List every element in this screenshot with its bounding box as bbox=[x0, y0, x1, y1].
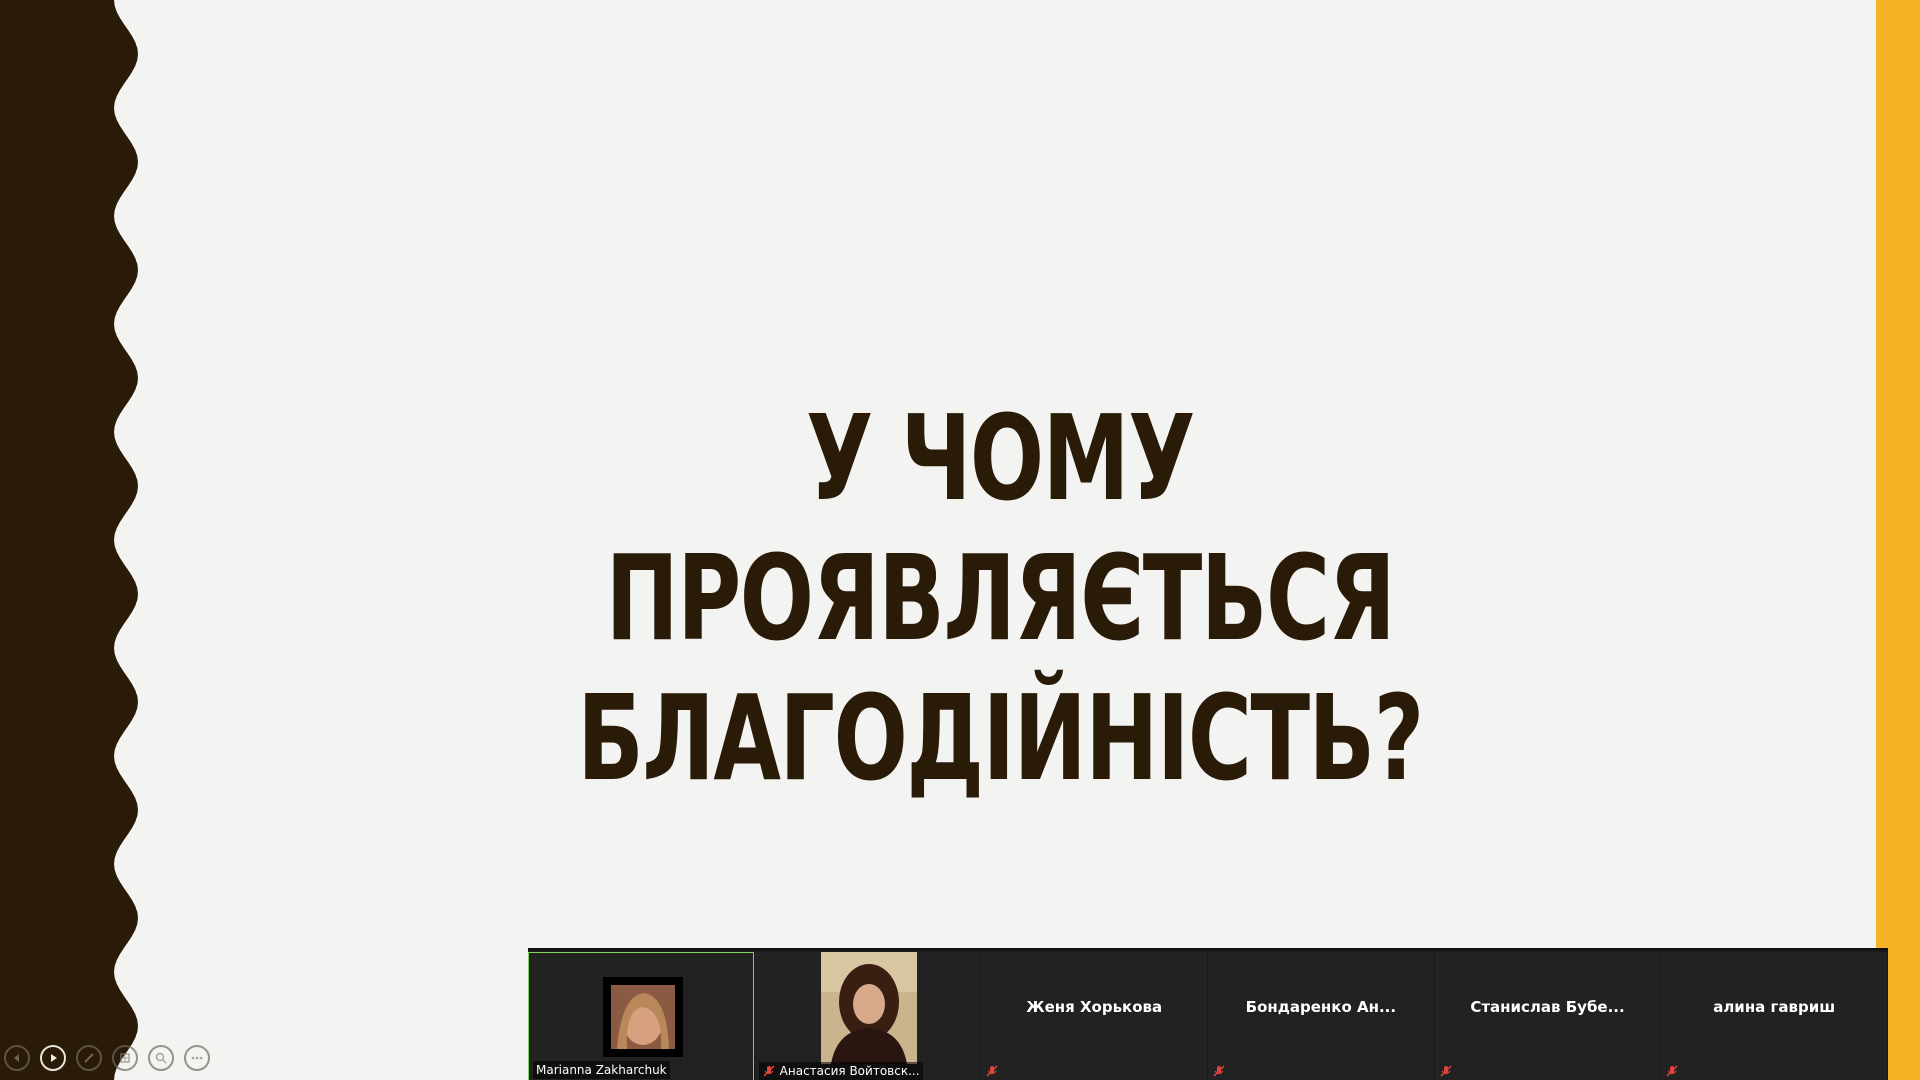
microphone-muted-icon bbox=[763, 1065, 775, 1077]
chevron-left-icon bbox=[14, 1054, 19, 1062]
participant-tile[interactable]: Бондаренко Ан... bbox=[1208, 952, 1434, 1080]
microphone-muted-icon bbox=[1440, 1065, 1452, 1077]
participant-name: Marianna Zakharchuk bbox=[536, 1063, 667, 1077]
ellipsis-icon bbox=[191, 1056, 203, 1060]
participant-tile[interactable]: алина гавриш bbox=[1661, 952, 1888, 1080]
participant-name-label: Marianna Zakharchuk bbox=[533, 1061, 670, 1079]
pen-tool-button[interactable] bbox=[76, 1045, 102, 1071]
participant-name: алина гавриш bbox=[1713, 998, 1836, 1016]
microphone-muted-icon bbox=[1666, 1065, 1678, 1077]
participant-name: Станислав Бубе... bbox=[1470, 998, 1625, 1016]
participant-tile[interactable]: Женя Хорькова bbox=[981, 952, 1208, 1080]
right-accent-bar bbox=[1876, 0, 1920, 1080]
slide-title: У ЧОМУ ПРОЯВЛЯЄТЬСЯ БЛАГОДІЙНІСТЬ? bbox=[445, 388, 1555, 808]
grid-icon bbox=[120, 1053, 130, 1063]
microphone-muted-icon bbox=[986, 1065, 998, 1077]
see-all-slides-button[interactable] bbox=[112, 1045, 138, 1071]
slideshow-controls bbox=[4, 1045, 210, 1071]
participant-name: Бондаренко Ан... bbox=[1245, 998, 1397, 1016]
next-slide-button[interactable] bbox=[40, 1045, 66, 1071]
zoom-button[interactable] bbox=[148, 1045, 174, 1071]
play-icon bbox=[51, 1054, 57, 1062]
slideshow-screen: У ЧОМУ ПРОЯВЛЯЄТЬСЯ БЛАГОДІЙНІСТЬ? Maria… bbox=[0, 0, 1920, 1080]
participant-name: Женя Хорькова bbox=[1026, 998, 1163, 1016]
participant-name-label: Анастасия Войтовск... bbox=[758, 1062, 923, 1080]
more-options-button[interactable] bbox=[184, 1045, 210, 1071]
participant-name: Анастасия Войтовск... bbox=[779, 1064, 920, 1078]
participants-video-strip: Marianna Zakharchuk Анастасия Войтовск..… bbox=[528, 948, 1888, 1080]
slide-title-line-2: БЛАГОДІЙНІСТЬ? bbox=[577, 669, 1424, 807]
previous-slide-button[interactable] bbox=[4, 1045, 30, 1071]
participant-tile[interactable]: Станислав Бубе... bbox=[1434, 952, 1661, 1080]
participant-tile[interactable]: Marianna Zakharchuk bbox=[528, 952, 754, 1080]
participant-tile[interactable]: Анастасия Войтовск... bbox=[754, 952, 981, 1080]
left-wave-decoration bbox=[0, 0, 138, 1080]
avatar bbox=[603, 977, 683, 1057]
participant-video bbox=[820, 952, 917, 1064]
pen-icon bbox=[84, 1053, 94, 1063]
slide-title-line-1: У ЧОМУ ПРОЯВЛЯЄТЬСЯ bbox=[605, 389, 1396, 667]
magnifier-icon bbox=[155, 1052, 167, 1064]
microphone-muted-icon bbox=[1213, 1065, 1225, 1077]
